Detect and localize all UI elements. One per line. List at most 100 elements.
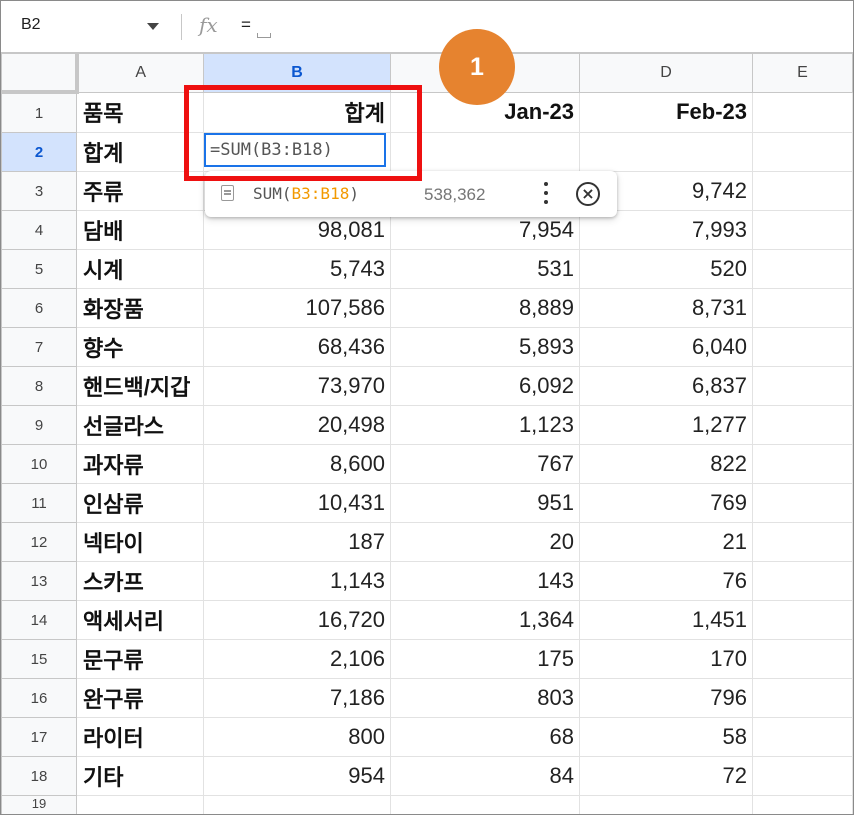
- cell-c[interactable]: 803: [390, 678, 580, 718]
- cell-a[interactable]: 스카프: [76, 561, 204, 601]
- cell-e[interactable]: [752, 327, 853, 367]
- row-header[interactable]: 5: [1, 249, 77, 289]
- cell-b2-active[interactable]: =SUM(B3:B18): [203, 132, 391, 172]
- cell-c[interactable]: 767: [390, 444, 580, 484]
- cell-e[interactable]: [752, 483, 853, 523]
- cell-c[interactable]: 1,364: [390, 600, 580, 640]
- close-icon[interactable]: ×: [576, 182, 600, 206]
- cell-e[interactable]: [752, 288, 853, 328]
- formula-input[interactable]: =: [241, 15, 251, 35]
- column-header-b[interactable]: B: [203, 53, 391, 93]
- cell-b[interactable]: 1,143: [203, 561, 391, 601]
- cell-a[interactable]: 선글라스: [76, 405, 204, 445]
- cell-d[interactable]: 8,731: [579, 288, 753, 328]
- cell-b[interactable]: 5,743: [203, 249, 391, 289]
- cell-c[interactable]: 143: [390, 561, 580, 601]
- cell-d[interactable]: 21: [579, 522, 753, 562]
- cell-a[interactable]: 기타: [76, 756, 204, 796]
- cell-d[interactable]: 58: [579, 717, 753, 757]
- cell-d[interactable]: 170: [579, 639, 753, 679]
- cell-c[interactable]: 5,893: [390, 327, 580, 367]
- cell-c[interactable]: 8,889: [390, 288, 580, 328]
- cell-d[interactable]: 6,040: [579, 327, 753, 367]
- cell-a[interactable]: 핸드백/지갑: [76, 366, 204, 406]
- cell-e[interactable]: [752, 639, 853, 679]
- cell-a[interactable]: 완구류: [76, 678, 204, 718]
- cell-a[interactable]: 액세서리: [76, 600, 204, 640]
- cell-b[interactable]: 73,970: [203, 366, 391, 406]
- cell-a[interactable]: 향수: [76, 327, 204, 367]
- cell-b[interactable]: 8,600: [203, 444, 391, 484]
- row-header[interactable]: 2: [1, 132, 77, 172]
- cell-c[interactable]: 6,092: [390, 366, 580, 406]
- cell-e[interactable]: [752, 522, 853, 562]
- cell-d[interactable]: 76: [579, 561, 753, 601]
- row-header[interactable]: 12: [1, 522, 77, 562]
- name-box[interactable]: B2: [21, 16, 41, 34]
- cell[interactable]: [752, 795, 853, 814]
- cell-c[interactable]: 84: [390, 756, 580, 796]
- cell-e[interactable]: [752, 717, 853, 757]
- cell-a2[interactable]: 합계: [76, 132, 204, 172]
- row-header[interactable]: 7: [1, 327, 77, 367]
- cell-a[interactable]: 담배: [76, 210, 204, 250]
- cell-c[interactable]: 531: [390, 249, 580, 289]
- cell-d[interactable]: 6,837: [579, 366, 753, 406]
- row-header[interactable]: 9: [1, 405, 77, 445]
- cell-a[interactable]: 라이터: [76, 717, 204, 757]
- cell-e[interactable]: [752, 249, 853, 289]
- cell-a[interactable]: 화장품: [76, 288, 204, 328]
- column-header-a[interactable]: A: [76, 53, 204, 93]
- formula-autocomplete-tooltip[interactable]: SUM(B3:B18) 538,362 ×: [205, 171, 617, 217]
- cell-e[interactable]: [752, 678, 853, 718]
- cell-b[interactable]: 7,186: [203, 678, 391, 718]
- cell-d[interactable]: 769: [579, 483, 753, 523]
- cell-e[interactable]: [752, 210, 853, 250]
- cell-e[interactable]: [752, 171, 853, 211]
- cell-d2[interactable]: [579, 132, 753, 172]
- cell-e[interactable]: [752, 561, 853, 601]
- cell-e[interactable]: [752, 444, 853, 484]
- cell-e2[interactable]: [752, 132, 853, 172]
- cell-e[interactable]: [752, 405, 853, 445]
- cell[interactable]: [203, 795, 391, 814]
- row-header[interactable]: 13: [1, 561, 77, 601]
- cell-d[interactable]: 520: [579, 249, 753, 289]
- row-header[interactable]: 18: [1, 756, 77, 796]
- cell-c[interactable]: 1,123: [390, 405, 580, 445]
- column-header-e[interactable]: E: [752, 53, 853, 93]
- cell-a[interactable]: 주류: [76, 171, 204, 211]
- row-header[interactable]: 11: [1, 483, 77, 523]
- cell-c[interactable]: 20: [390, 522, 580, 562]
- cell-b[interactable]: 187: [203, 522, 391, 562]
- cell-c[interactable]: 175: [390, 639, 580, 679]
- cell-b[interactable]: 68,436: [203, 327, 391, 367]
- cell-d1[interactable]: Feb-23: [579, 91, 753, 133]
- cell-c[interactable]: 951: [390, 483, 580, 523]
- row-header[interactable]: 3: [1, 171, 77, 211]
- cell-a[interactable]: 넥타이: [76, 522, 204, 562]
- row-header[interactable]: 19: [1, 795, 77, 814]
- row-header[interactable]: 1: [1, 91, 77, 133]
- row-header[interactable]: 6: [1, 288, 77, 328]
- row-header[interactable]: 16: [1, 678, 77, 718]
- cell-b[interactable]: 10,431: [203, 483, 391, 523]
- cell[interactable]: [76, 795, 204, 814]
- cell-d[interactable]: 72: [579, 756, 753, 796]
- cell-a[interactable]: 인삼류: [76, 483, 204, 523]
- name-box-dropdown-icon[interactable]: [147, 23, 159, 30]
- column-header-d[interactable]: D: [579, 53, 753, 93]
- cell-a1[interactable]: 품목: [76, 91, 204, 133]
- cell-b1[interactable]: 합계: [203, 91, 391, 133]
- row-header[interactable]: 4: [1, 210, 77, 250]
- cell-b[interactable]: 20,498: [203, 405, 391, 445]
- cell-d[interactable]: 1,277: [579, 405, 753, 445]
- cell-editor-input[interactable]: =SUM(B3:B18): [204, 133, 386, 167]
- cell-b[interactable]: 800: [203, 717, 391, 757]
- row-header[interactable]: 15: [1, 639, 77, 679]
- cell-b[interactable]: 2,106: [203, 639, 391, 679]
- more-options-icon[interactable]: [541, 180, 551, 208]
- row-header[interactable]: 8: [1, 366, 77, 406]
- cell-b[interactable]: 16,720: [203, 600, 391, 640]
- cell-a[interactable]: 시계: [76, 249, 204, 289]
